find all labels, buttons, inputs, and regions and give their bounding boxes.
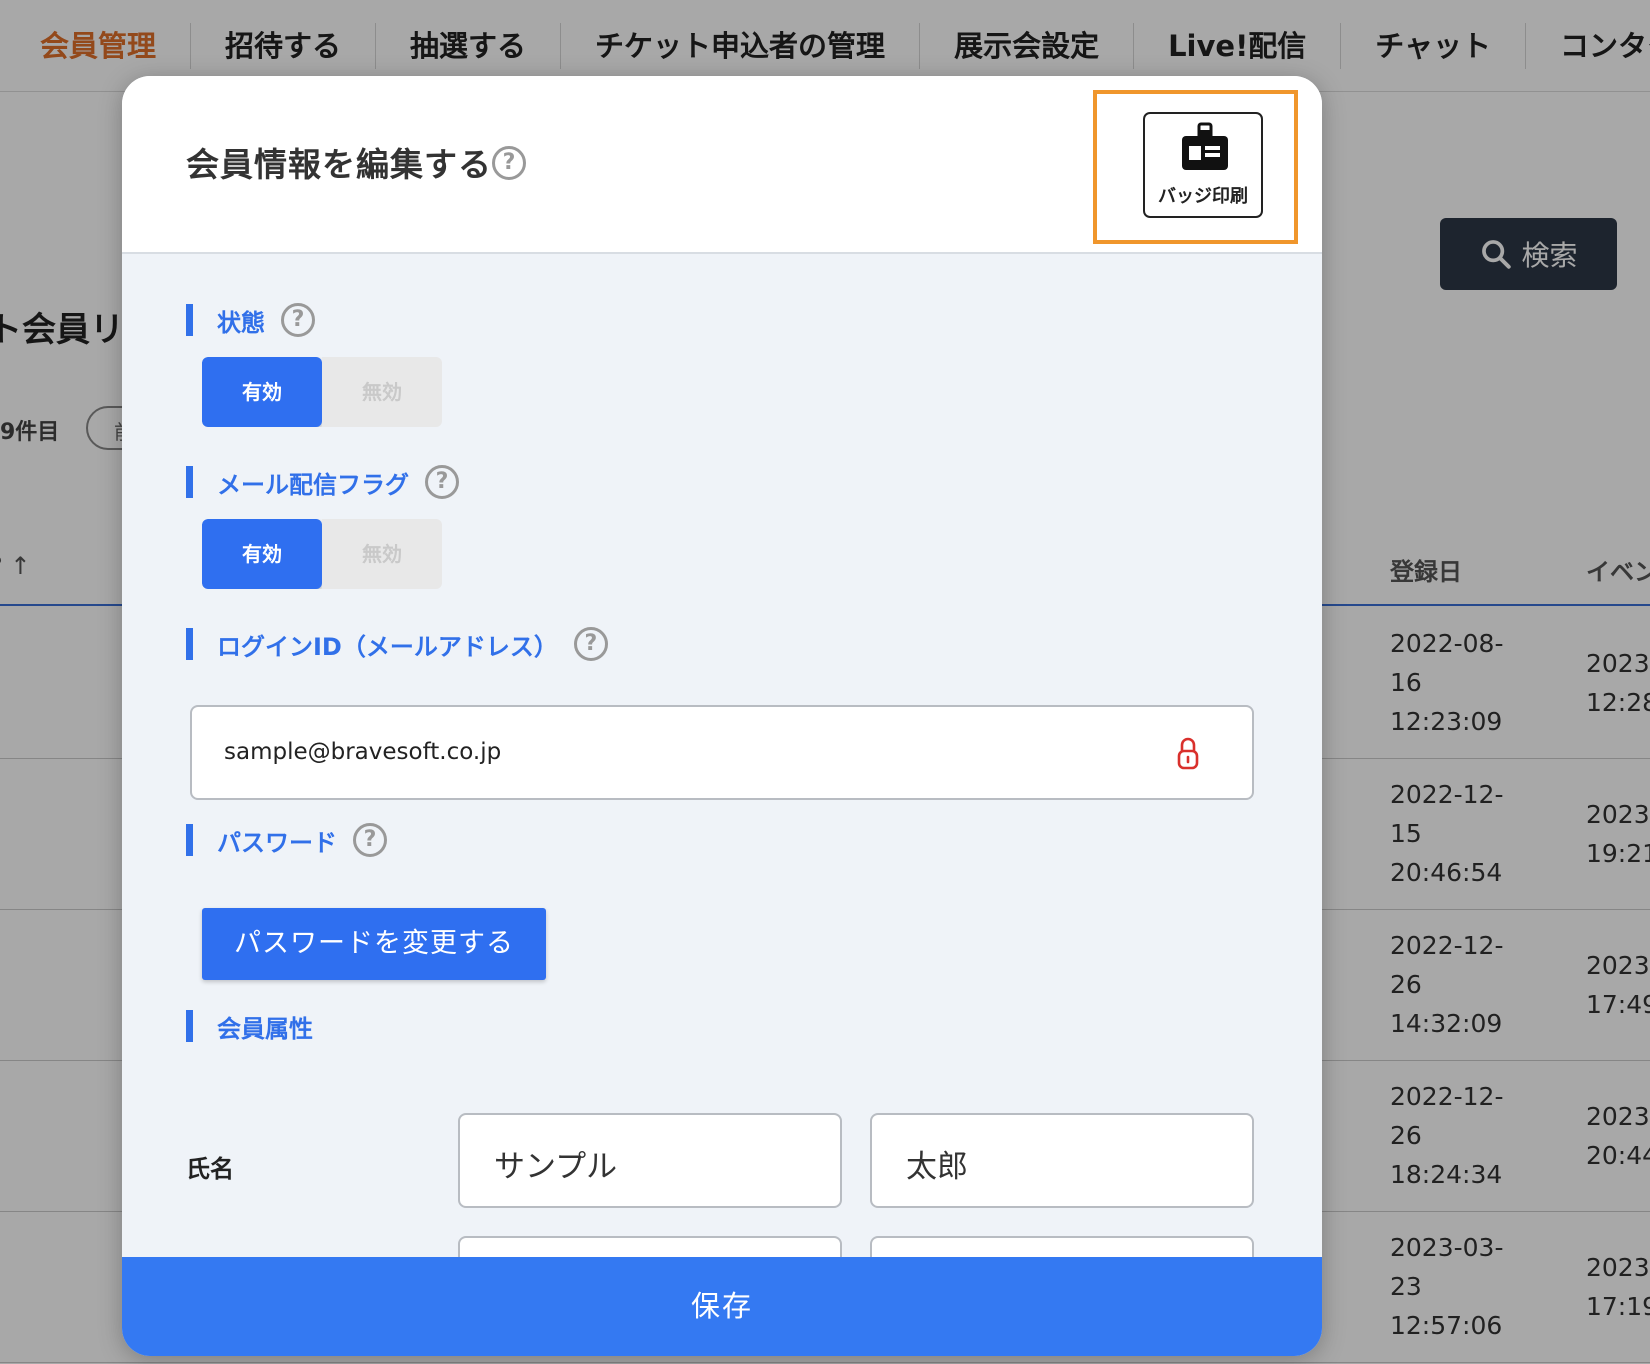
last-name-input[interactable]: サンプル bbox=[458, 1113, 842, 1208]
help-icon[interactable]: ? bbox=[425, 465, 459, 499]
password-section-label: パスワード ? bbox=[186, 823, 387, 857]
change-password-button[interactable]: パスワードを変更する bbox=[202, 908, 546, 980]
login-id-value: sample@bravesoft.co.jp bbox=[224, 739, 502, 765]
status-section-label: 状態 ? bbox=[186, 303, 315, 337]
badge-print-button[interactable]: バッジ印刷 bbox=[1143, 112, 1263, 218]
section-bar bbox=[186, 628, 193, 660]
section-bar bbox=[186, 304, 193, 336]
status-disabled-option[interactable]: 無効 bbox=[322, 357, 442, 427]
status-enabled-option[interactable]: 有効 bbox=[202, 357, 322, 427]
login-id-field[interactable]: sample@bravesoft.co.jp bbox=[190, 705, 1254, 800]
save-button[interactable]: 保存 bbox=[122, 1257, 1322, 1356]
status-label: 状態 bbox=[217, 308, 265, 337]
badge-print-highlight: バッジ印刷 bbox=[1093, 90, 1298, 244]
mail-flag-label: メール配信フラグ bbox=[217, 470, 409, 499]
mail-flag-section-label: メール配信フラグ ? bbox=[186, 465, 459, 499]
password-label: パスワード bbox=[217, 828, 337, 857]
mail-flag-disabled-option[interactable]: 無効 bbox=[322, 519, 442, 589]
badge-icon bbox=[1182, 122, 1228, 170]
mail-flag-enabled-option[interactable]: 有効 bbox=[202, 519, 322, 589]
help-icon[interactable]: ? bbox=[353, 823, 387, 857]
login-id-label: ログインID（メールアドレス） bbox=[217, 632, 558, 661]
section-bar bbox=[186, 1010, 193, 1042]
help-icon[interactable]: ? bbox=[573, 627, 608, 661]
login-id-section-label: ログインID（メールアドレス） ? bbox=[186, 627, 608, 661]
name-label: 氏名 bbox=[186, 1155, 234, 1183]
attributes-label: 会員属性 bbox=[217, 1014, 313, 1043]
section-bar bbox=[186, 824, 193, 856]
modal-title: 会員情報を編集する bbox=[186, 145, 492, 184]
section-bar bbox=[186, 466, 193, 498]
help-icon[interactable]: ? bbox=[492, 146, 526, 180]
help-icon[interactable]: ? bbox=[281, 303, 315, 337]
modal-header: 会員情報を編集する ? バッジ印刷 bbox=[122, 76, 1322, 254]
badge-print-label: バッジ印刷 bbox=[1158, 186, 1248, 207]
edit-member-modal: 会員情報を編集する ? バッジ印刷 状態 ? 有効 無効 メール配信フラグ ? … bbox=[122, 76, 1322, 1356]
first-name-input[interactable]: 太郎 bbox=[870, 1113, 1254, 1208]
attributes-section-label: 会員属性 bbox=[186, 1010, 313, 1043]
mail-flag-toggle[interactable]: 有効 無効 bbox=[202, 519, 442, 589]
status-toggle[interactable]: 有効 無効 bbox=[202, 357, 442, 427]
lock-icon[interactable] bbox=[1174, 735, 1202, 771]
